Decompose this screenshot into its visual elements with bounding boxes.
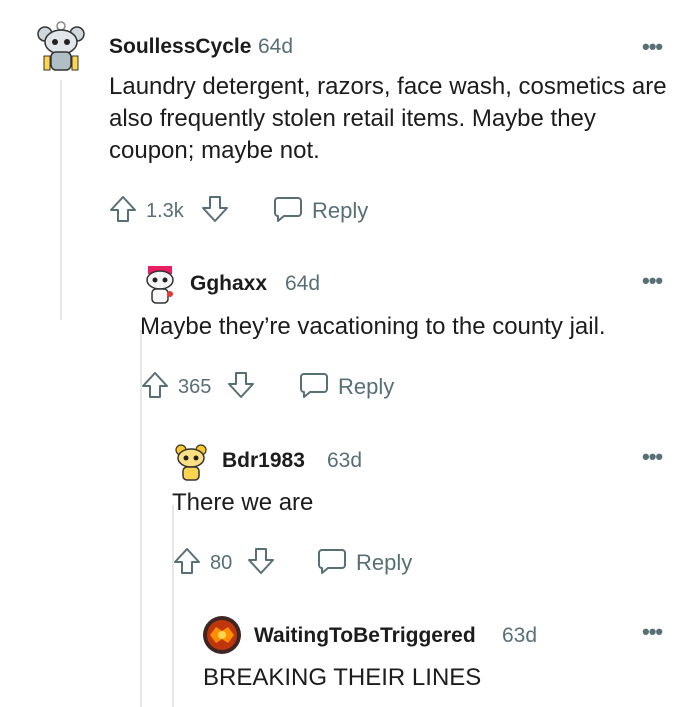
reply-button[interactable]: Reply (338, 372, 394, 402)
vote-score: 365 (178, 376, 212, 398)
upvote-icon[interactable] (172, 546, 202, 576)
comment-actions: 365 Reply (140, 370, 440, 404)
more-options-icon[interactable]: ••• (642, 270, 663, 292)
comment-actions: 1.3k Reply (108, 194, 408, 228)
comment-body: There we are (172, 489, 314, 516)
comment-username[interactable]: SoullessCycle (109, 35, 251, 59)
reply-button[interactable]: Reply (356, 548, 412, 578)
comment-username[interactable]: WaitingToBeTriggered (254, 624, 476, 648)
downvote-icon[interactable] (246, 546, 276, 576)
comment-body: Laundry detergent, razors, face wash, co… (109, 73, 667, 164)
comment-body: BREAKING THEIR LINES (203, 664, 482, 691)
reply-icon[interactable] (272, 194, 304, 224)
comment-age: 64d (258, 35, 294, 58)
vote-score: 80 (210, 552, 233, 574)
comment-body: Maybe they’re vacationing to the county … (140, 313, 606, 340)
comment-username[interactable]: Gghaxx (190, 272, 267, 296)
comment-bdr1983: Bdr1983 63d ••• There we are 80 Reply (0, 430, 700, 600)
more-options-icon[interactable]: ••• (642, 621, 663, 643)
comment-actions: 80 Reply (172, 546, 472, 580)
comment-gghaxx: Gghaxx 64d ••• Maybe they’re vacationing… (0, 250, 700, 420)
comment-soullesscycle: SoullessCycle 64d ••• Laundry detergent,… (0, 0, 700, 240)
comment-waitingtobetriggered: WaitingToBeTriggered 63d ••• BREAKING TH… (0, 605, 700, 707)
comment-age: 63d (327, 449, 363, 472)
more-options-icon[interactable]: ••• (642, 36, 663, 58)
downvote-icon[interactable] (200, 194, 230, 224)
snoo-avatar-icon[interactable] (142, 264, 178, 306)
snoo-avatar-icon[interactable] (174, 442, 208, 482)
comment-age: 64d (285, 272, 321, 295)
reply-icon[interactable] (316, 546, 348, 576)
comment-username[interactable]: Bdr1983 (222, 449, 305, 473)
upvote-icon[interactable] (140, 370, 170, 400)
downvote-icon[interactable] (226, 370, 256, 400)
upvote-icon[interactable] (108, 194, 138, 224)
round-badge-avatar-icon[interactable] (202, 615, 242, 655)
reply-button[interactable]: Reply (312, 196, 368, 226)
vote-score: 1.3k (146, 200, 184, 222)
comment-age: 63d (502, 624, 538, 647)
snoo-avatar-icon[interactable] (36, 18, 86, 76)
reply-icon[interactable] (298, 370, 330, 400)
more-options-icon[interactable]: ••• (642, 446, 663, 468)
